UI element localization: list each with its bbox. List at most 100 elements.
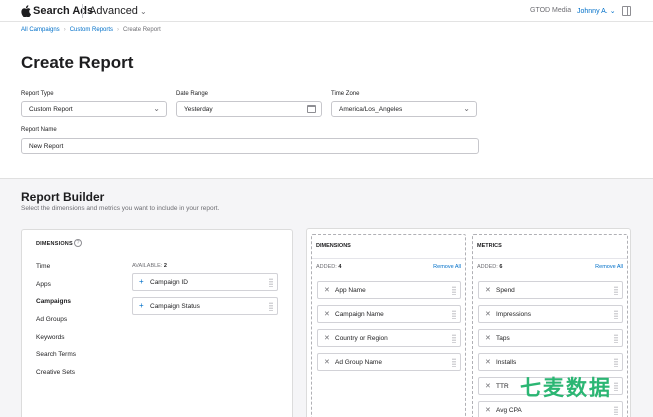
report-name-input[interactable]: New Report [21, 138, 479, 154]
remove-icon[interactable]: ✕ [324, 358, 330, 366]
available-count: 2 [163, 263, 167, 269]
remove-icon[interactable]: ✕ [324, 286, 330, 294]
calendar-icon[interactable] [307, 105, 316, 113]
chevron-down-icon: ⌄ [463, 104, 470, 113]
category-keywords[interactable]: Keywords [36, 334, 65, 341]
added-dimension-item[interactable]: ✕ Campaign Name [317, 305, 461, 323]
added-count: 4 [338, 264, 342, 270]
added-metric-item[interactable]: ✕ Installs [478, 353, 623, 371]
drag-handle-icon[interactable] [452, 358, 456, 367]
remove-icon[interactable]: ✕ [485, 286, 491, 294]
added-dimensions-title: DIMENSIONS [316, 243, 351, 249]
user-menu[interactable]: Johnny A. ⌄ [577, 7, 616, 15]
time-zone-label: Time Zone [331, 91, 360, 97]
report-name-label: Report Name [21, 127, 57, 133]
info-icon[interactable]: ? [74, 239, 82, 247]
dimension-picker: DIMENSIONS ? Time Apps Campaigns Ad Grou… [21, 229, 293, 417]
plus-icon[interactable]: + [139, 301, 144, 310]
chip-label: Spend [496, 287, 515, 294]
top-bar: Search Ads Advanced ⌄ GTOD Media Johnny A… [0, 0, 653, 22]
sidebar-toggle-icon[interactable] [622, 6, 631, 16]
org-name: GTOD Media [530, 7, 572, 14]
category-creative-sets[interactable]: Creative Sets [36, 369, 75, 376]
category-campaigns[interactable]: Campaigns [36, 298, 71, 305]
added-count-label: ADDED: 4 [316, 264, 341, 270]
plus-icon[interactable]: + [139, 277, 144, 286]
chevron-down-icon: ⌄ [609, 8, 616, 15]
watermark: 七麦数据 [520, 377, 612, 400]
added-label: ADDED: [477, 264, 498, 270]
category-time[interactable]: Time [36, 263, 50, 270]
chip-label: Campaign Status [150, 303, 200, 310]
brand-name: Search Ads [33, 5, 94, 17]
drag-handle-icon[interactable] [614, 406, 618, 415]
drag-handle-icon[interactable] [452, 310, 456, 319]
product-switcher[interactable]: Advanced ⌄ [89, 5, 147, 17]
chip-label: Avg CPA [496, 407, 522, 414]
chip-label: App Name [335, 287, 366, 294]
available-count-label: AVAILABLE: 2 [132, 263, 167, 269]
chevron-right-icon: › [117, 27, 120, 33]
added-dimension-item[interactable]: ✕ App Name [317, 281, 461, 299]
breadcrumb-current: Create Report [123, 27, 161, 33]
drag-handle-icon[interactable] [614, 310, 618, 319]
drag-handle-icon[interactable] [452, 334, 456, 343]
report-type-value: Custom Report [29, 106, 73, 113]
remove-icon[interactable]: ✕ [485, 406, 491, 414]
added-count-label: ADDED: 6 [477, 264, 502, 270]
added-dimensions-column: DIMENSIONS ADDED: 4 Remove All ✕ App Nam… [311, 234, 466, 417]
remove-icon[interactable]: ✕ [485, 382, 491, 390]
chip-label: Impressions [496, 311, 532, 318]
remove-icon[interactable]: ✕ [324, 334, 330, 342]
breadcrumb-custom-reports[interactable]: Custom Reports [70, 27, 113, 33]
drag-handle-icon[interactable] [614, 358, 618, 367]
added-metric-item[interactable]: ✕ Spend [478, 281, 623, 299]
report-name-value: New Report [29, 143, 64, 150]
added-count: 6 [499, 264, 503, 270]
category-ad-groups[interactable]: Ad Groups [36, 316, 67, 323]
added-dimension-item[interactable]: ✕ Country or Region [317, 329, 461, 347]
category-apps[interactable]: Apps [36, 281, 51, 288]
breadcrumb: All Campaigns › Custom Reports › Create Repo… [21, 27, 161, 33]
remove-icon[interactable]: ✕ [324, 310, 330, 318]
breadcrumb-all-campaigns[interactable]: All Campaigns [21, 27, 60, 33]
builder-subtitle: Select the dimensions and metrics you wa… [21, 205, 220, 212]
remove-icon[interactable]: ✕ [485, 334, 491, 342]
chip-label: Ad Group Name [335, 359, 382, 366]
added-metric-item[interactable]: ✕ Avg CPA [478, 401, 623, 417]
page-title: Create Report [21, 53, 134, 72]
drag-handle-icon[interactable] [614, 334, 618, 343]
added-metrics-title: METRICS [477, 243, 502, 249]
added-metric-item[interactable]: ✕ Taps [478, 329, 623, 347]
category-search-terms[interactable]: Search Terms [36, 351, 76, 358]
available-campaign-id[interactable]: + Campaign ID [132, 273, 278, 291]
product-name: Advanced [89, 5, 138, 17]
chevron-right-icon: › [63, 27, 66, 33]
chip-label: Campaign Name [335, 311, 384, 318]
report-type-select[interactable]: Custom Report ⌄ [21, 101, 167, 117]
date-range-label: Date Range [176, 91, 209, 97]
drag-handle-icon[interactable] [269, 278, 273, 287]
drag-handle-icon[interactable] [269, 302, 273, 311]
time-zone-select[interactable]: America/Los_Angeles ⌄ [331, 101, 477, 117]
remove-icon[interactable]: ✕ [485, 358, 491, 366]
remove-all-dimensions-link[interactable]: Remove All [433, 264, 461, 270]
added-dimension-item[interactable]: ✕ Ad Group Name [317, 353, 461, 371]
drag-handle-icon[interactable] [614, 286, 618, 295]
date-range-field[interactable]: Yesterday [176, 101, 322, 117]
remove-icon[interactable]: ✕ [485, 310, 491, 318]
report-type-label: Report Type [21, 91, 54, 97]
user-name: Johnny A. [577, 8, 608, 15]
divider [312, 258, 465, 259]
chip-label: Country or Region [335, 335, 388, 342]
added-metric-item[interactable]: ✕ Impressions [478, 305, 623, 323]
chip-label: TTR [496, 383, 509, 390]
dimensions-header: DIMENSIONS [36, 241, 73, 247]
available-campaign-status[interactable]: + Campaign Status [132, 297, 278, 315]
date-range-value: Yesterday [184, 106, 213, 113]
drag-handle-icon[interactable] [614, 382, 618, 391]
chevron-down-icon: ⌄ [139, 7, 147, 16]
drag-handle-icon[interactable] [452, 286, 456, 295]
builder-title: Report Builder [21, 190, 105, 204]
remove-all-metrics-link[interactable]: Remove All [595, 264, 623, 270]
